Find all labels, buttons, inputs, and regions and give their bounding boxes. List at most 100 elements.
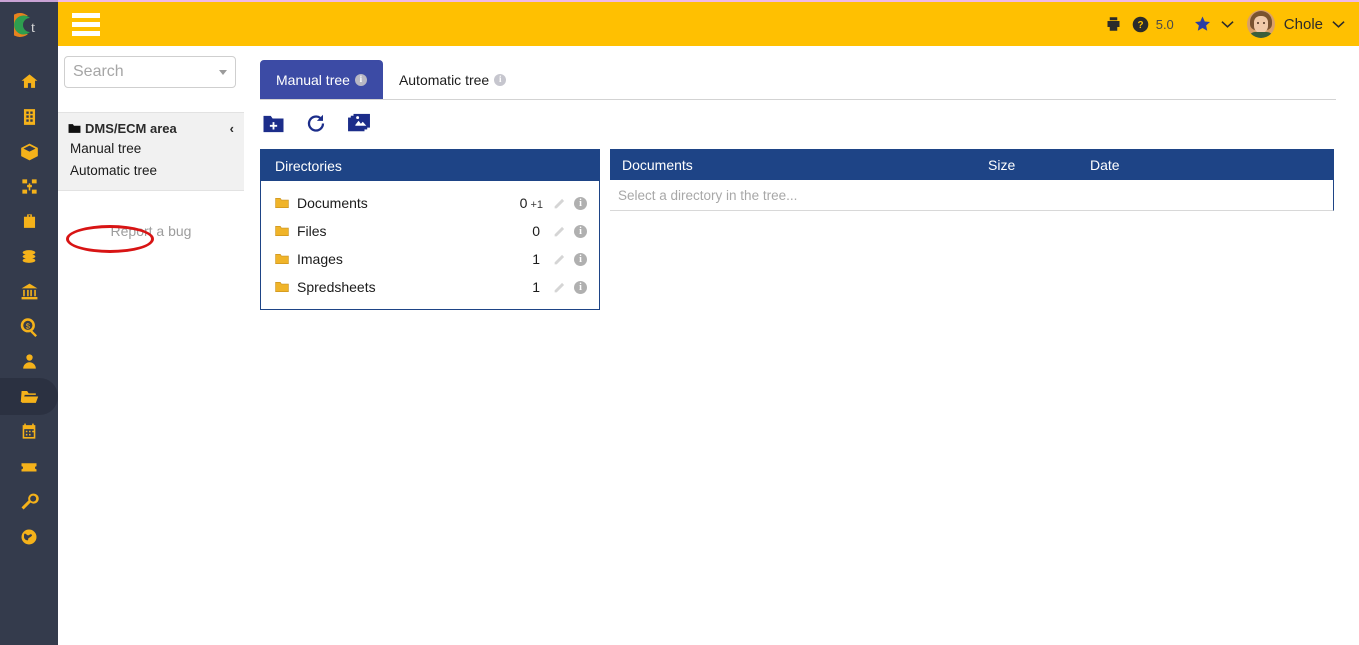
row-actions: i (553, 224, 587, 238)
directory-count: 1 (532, 279, 543, 295)
pencil-icon[interactable] (553, 197, 566, 210)
sidebar-item-business[interactable] (0, 204, 58, 239)
version-label: 5.0 (1155, 16, 1174, 32)
tab-automatic-tree[interactable]: Automatic tree i (383, 60, 522, 99)
bank-icon (21, 283, 37, 300)
application-window: t $ ? 5.0 Chole Search DMS/ECM area ‹ Ma… (0, 0, 1359, 645)
icon-rail-sidebar: t $ (0, 0, 58, 645)
add-folder-icon[interactable] (262, 114, 285, 134)
directory-count-value: 0 (532, 223, 540, 239)
documents-table-header: Documents Size Date (610, 149, 1334, 180)
sidebar-item-web[interactable] (0, 519, 58, 554)
sidebar-item-banking[interactable] (0, 274, 58, 309)
row-actions: i (553, 280, 587, 294)
info-icon[interactable]: i (574, 224, 587, 238)
table-row[interactable]: Spredsheets 1 i (261, 273, 599, 301)
sidebar-item-structure[interactable] (0, 169, 58, 204)
folder-icon (275, 282, 289, 292)
box-icon (20, 143, 38, 160)
ticket-icon (21, 462, 37, 471)
folder-icon (275, 198, 289, 208)
header-actions: ? 5.0 Chole (1104, 10, 1345, 38)
documents-panel: Documents Size Date Select a directory i… (610, 149, 1334, 211)
sitemap-icon (21, 179, 37, 194)
calendar-icon (22, 423, 36, 439)
tab-automatic-tree-label: Automatic tree (398, 71, 490, 88)
sidebar-item-company[interactable] (0, 99, 58, 134)
briefcase-icon (23, 214, 35, 228)
directory-name: Documents (297, 195, 368, 211)
building-icon (23, 108, 35, 125)
search-placeholder: Search (73, 63, 124, 80)
globe-icon (21, 529, 37, 544)
dms-tree-block: DMS/ECM area ‹ Manual tree Automatic tre… (58, 112, 244, 253)
user-name-label: Chole (1283, 15, 1323, 33)
search-input[interactable]: Search (64, 56, 236, 88)
directories-panel-title: Directories (261, 150, 599, 181)
favorite-star-icon[interactable] (1193, 15, 1212, 33)
help-icon[interactable]: ? (1132, 16, 1149, 33)
sidebar-item-analytics[interactable]: $ (0, 309, 58, 344)
search-dropdown-caret-icon[interactable] (219, 69, 227, 75)
main-content-area: Manual tree i Automatic tree i Directori… (244, 46, 1359, 645)
sidebar-item-tickets[interactable] (0, 449, 58, 484)
search-dollar-icon: $ (20, 317, 37, 337)
user-chevron-down-icon[interactable] (1332, 20, 1345, 29)
tree-item-automatic-tree[interactable]: Automatic tree (58, 158, 244, 180)
directory-count-extra: +1 (530, 199, 543, 211)
directory-count: 0 +1 (520, 195, 543, 211)
pencil-icon[interactable] (553, 225, 566, 238)
sidebar-item-home[interactable] (0, 64, 58, 99)
sidebar-item-finance[interactable] (0, 239, 58, 274)
directory-name: Images (297, 251, 343, 267)
left-navigation-panel: Search DMS/ECM area ‹ Manual tree Automa… (58, 46, 244, 645)
directories-panel: Directories Documents 0 +1 i Files 0 i I… (260, 149, 600, 310)
table-row[interactable]: Files 0 i (261, 217, 599, 245)
report-a-bug-link[interactable]: Report a bug (58, 223, 244, 239)
folder-icon (275, 254, 289, 264)
pencil-icon[interactable] (553, 253, 566, 266)
hamburger-menu-icon[interactable] (72, 12, 100, 36)
tab-manual-tree[interactable]: Manual tree i (260, 60, 383, 99)
tab-automatic-tree-info-icon[interactable]: i (494, 73, 507, 86)
favorites-chevron-down-icon[interactable] (1221, 20, 1234, 29)
search-section: Search (58, 46, 244, 88)
row-actions: i (553, 252, 587, 266)
pencil-icon[interactable] (553, 281, 566, 294)
sidebar-item-documents[interactable] (0, 378, 58, 415)
tree-item-manual-tree[interactable]: Manual tree (58, 136, 244, 158)
print-icon[interactable] (1104, 15, 1123, 33)
table-row[interactable]: Documents 0 +1 i (261, 189, 599, 217)
svg-text:?: ? (1137, 20, 1143, 31)
svg-text:$: $ (25, 321, 30, 330)
sidebar-item-calendar[interactable] (0, 414, 58, 449)
table-row[interactable]: Images 1 i (261, 245, 599, 273)
images-icon[interactable] (347, 113, 371, 134)
sidebar-item-contacts[interactable] (0, 344, 58, 379)
collapse-chevron-icon[interactable]: ‹ (230, 121, 234, 136)
directory-count: 1 (532, 251, 543, 267)
directory-count-value: 1 (532, 279, 540, 295)
directory-count-value: 0 (519, 195, 528, 211)
coins-icon (22, 250, 36, 263)
directory-count: 0 (532, 223, 543, 239)
sidebar-item-products[interactable] (0, 134, 58, 169)
app-logo[interactable]: t (0, 2, 58, 48)
directories-list: Documents 0 +1 i Files 0 i Images 1 i Sp… (261, 181, 599, 309)
user-icon (22, 354, 36, 369)
directory-name: Files (297, 223, 327, 239)
info-icon[interactable]: i (574, 280, 587, 294)
tab-bar: Manual tree i Automatic tree i (260, 60, 1336, 100)
column-header-date: Date (1090, 156, 1120, 173)
folder-icon (275, 226, 289, 236)
dms-area-header[interactable]: DMS/ECM area ‹ (58, 121, 244, 136)
tree-toolbar (262, 113, 1359, 134)
user-avatar[interactable] (1246, 10, 1275, 38)
info-icon[interactable]: i (574, 252, 587, 266)
row-actions: i (553, 196, 587, 210)
sidebar-item-tools[interactable] (0, 484, 58, 519)
refresh-icon[interactable] (305, 113, 327, 134)
directory-count-value: 1 (532, 251, 540, 267)
info-icon[interactable]: i (574, 196, 587, 210)
tab-manual-tree-info-icon[interactable]: i (354, 73, 367, 86)
